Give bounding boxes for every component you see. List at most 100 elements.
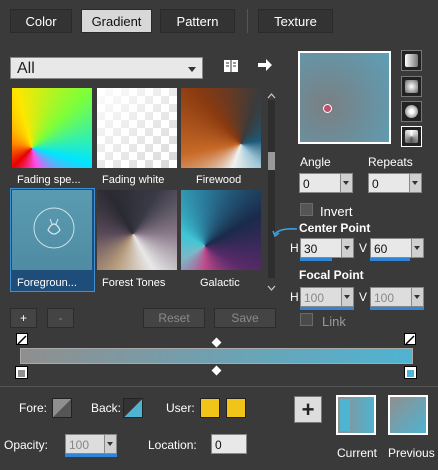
back-swatch[interactable] — [123, 398, 143, 418]
color-stop-swatch — [407, 370, 414, 377]
invert-label: Invert — [320, 204, 353, 219]
gallery-scrollbar[interactable] — [266, 88, 277, 291]
gradient-label: Forest Tones — [102, 277, 166, 289]
center-v-spinner[interactable]: 60 — [370, 238, 424, 258]
invert-checkbox[interactable] — [300, 203, 313, 216]
current-swatch-accent — [340, 399, 350, 431]
color-midpoint[interactable] — [211, 365, 222, 376]
link-arrow-icon — [270, 226, 298, 240]
repeats-spinner[interactable]: 0 — [368, 173, 422, 193]
tab-gradient[interactable]: Gradient — [81, 9, 152, 33]
opacity-midpoint[interactable] — [211, 337, 222, 348]
opacity-spinner[interactable]: 100 — [65, 434, 117, 454]
gradient-label: Firewood — [196, 174, 242, 186]
previous-swatch[interactable] — [388, 395, 428, 435]
center-v-label: V — [359, 241, 368, 255]
chevron-up-icon[interactable] — [267, 88, 276, 99]
color-stop-start[interactable] — [15, 366, 28, 379]
tab-texture[interactable]: Texture — [258, 9, 333, 33]
scrollbar-thumb[interactable] — [268, 152, 275, 170]
location-value: 0 — [215, 438, 222, 452]
arrow-right-icon[interactable] — [257, 58, 273, 72]
center-h-label: H — [290, 241, 299, 255]
fore-label: Fore: — [19, 401, 48, 415]
fore-swatch[interactable] — [52, 398, 72, 418]
chevron-down-icon[interactable] — [411, 239, 423, 257]
focal-v-label: V — [359, 290, 368, 304]
chevron-down-icon[interactable] — [409, 174, 421, 192]
center-h-level — [300, 258, 332, 261]
plus-icon: + — [301, 396, 315, 422]
book-icon[interactable] — [223, 58, 239, 74]
gradient-bar[interactable] — [20, 348, 413, 364]
focal-v-spinner[interactable]: 100 — [370, 287, 424, 307]
chevron-down-icon[interactable] — [340, 174, 352, 192]
gradient-thumb-firewood[interactable] — [181, 88, 261, 168]
style-sunburst-button[interactable] — [401, 101, 422, 122]
sunburst-style-icon — [405, 105, 418, 118]
previous-label: Previous — [388, 446, 435, 460]
center-v-level — [370, 258, 410, 261]
center-point-label: Center Point — [299, 221, 371, 235]
user-swatch-2[interactable] — [226, 398, 246, 418]
category-dropdown-value: All — [17, 60, 35, 77]
radial-style-icon — [405, 130, 418, 143]
chevron-down-icon[interactable] — [411, 288, 423, 306]
gradient-preview[interactable] — [298, 51, 391, 144]
location-input[interactable]: 0 — [211, 434, 247, 454]
add-gradient-button[interactable]: + — [10, 308, 37, 328]
focal-v-value: 100 — [374, 291, 395, 305]
gradient-label: Fading spe... — [17, 174, 81, 186]
tab-color[interactable]: Color — [10, 9, 72, 33]
gradient-thumb-fading-spectrum[interactable] — [12, 88, 92, 168]
gradient-thumb-foreground[interactable] — [12, 190, 92, 270]
focal-h-spinner[interactable]: 100 — [300, 287, 354, 307]
color-stop-swatch — [18, 370, 25, 377]
focal-point-label: Focal Point — [299, 268, 364, 282]
reset-button[interactable]: Reset — [143, 308, 205, 328]
chevron-down-icon[interactable] — [104, 435, 116, 453]
center-point-marker[interactable] — [323, 104, 332, 113]
tab-pattern[interactable]: Pattern — [160, 9, 235, 33]
repeats-value: 0 — [372, 177, 379, 191]
remove-gradient-button[interactable]: - — [47, 308, 74, 328]
watermark-logo — [26, 200, 82, 256]
section-divider — [0, 386, 438, 387]
chevron-down-icon[interactable] — [341, 288, 353, 306]
opacity-stop-start[interactable] — [16, 333, 28, 345]
linear-style-icon — [405, 54, 418, 67]
focal-h-level — [300, 307, 354, 310]
link-checkbox[interactable] — [300, 313, 313, 326]
gradient-thumb-galactic[interactable] — [181, 190, 261, 270]
center-h-spinner[interactable]: 30 — [300, 238, 354, 258]
color-stop-end[interactable] — [404, 366, 417, 379]
chevron-down-icon — [188, 67, 196, 72]
opacity-stop-end[interactable] — [404, 333, 416, 345]
opacity-value: 100 — [69, 438, 90, 452]
focal-v-level — [370, 307, 424, 310]
category-dropdown[interactable]: All — [10, 57, 203, 79]
link-label: Link — [322, 314, 346, 329]
repeats-label: Repeats — [368, 155, 413, 169]
save-button[interactable]: Save — [214, 308, 276, 328]
angle-spinner[interactable]: 0 — [299, 173, 353, 193]
chevron-down-icon[interactable] — [341, 239, 353, 257]
center-v-value: 60 — [374, 242, 388, 256]
user-label: User: — [166, 401, 195, 415]
current-swatch[interactable] — [336, 395, 376, 435]
gradient-label: Fading white — [102, 174, 165, 186]
center-h-value: 30 — [304, 242, 318, 256]
style-radial-button[interactable] — [401, 126, 422, 147]
scrollbar-track[interactable] — [268, 100, 275, 278]
add-to-swatches-button[interactable]: + — [294, 396, 322, 423]
focal-h-value: 100 — [304, 291, 325, 305]
gradient-thumb-fading-white[interactable] — [97, 88, 177, 168]
style-rectangular-button[interactable] — [401, 76, 422, 97]
angle-value: 0 — [303, 177, 310, 191]
chevron-down-icon[interactable] — [267, 281, 276, 291]
user-swatch-1[interactable] — [200, 398, 220, 418]
gradient-thumb-forest-tones[interactable] — [97, 190, 177, 270]
gradient-label: Foregroun... — [17, 277, 77, 289]
style-linear-button[interactable] — [401, 50, 422, 71]
opacity-label: Opacity: — [4, 438, 49, 452]
